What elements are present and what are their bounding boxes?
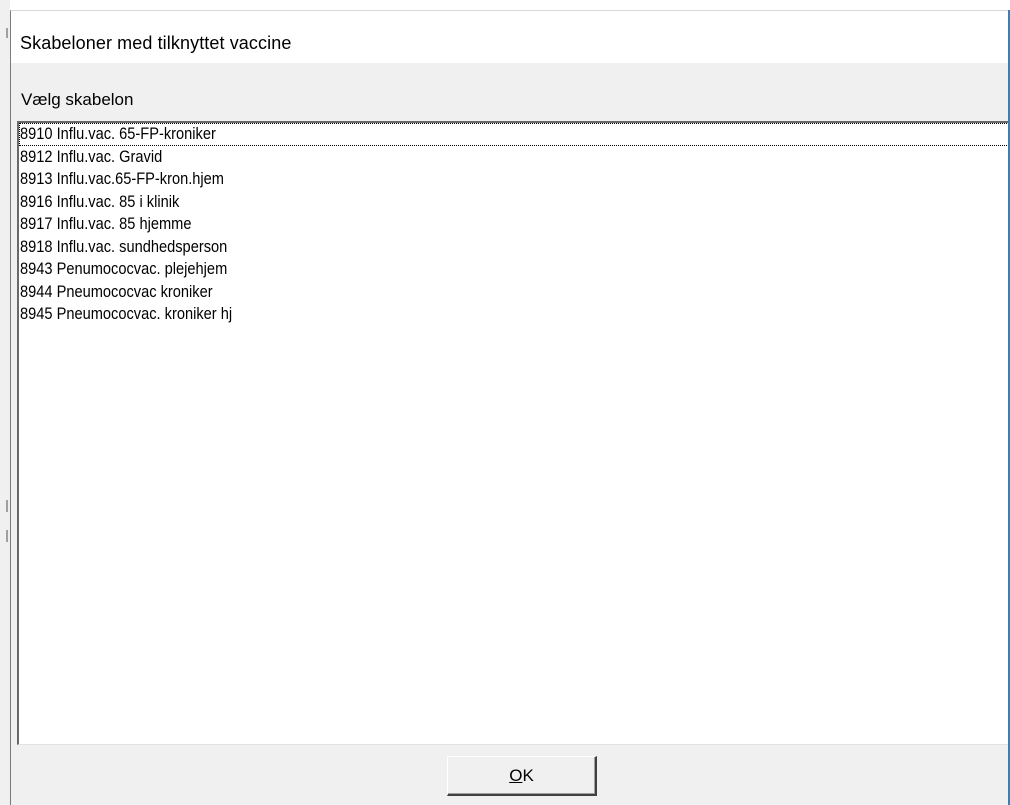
select-template-label: Vælg skabelon [21, 90, 134, 109]
template-list-item-label: 8918 Influ.vac. sundhedsperson [20, 236, 228, 256]
template-listbox[interactable]: 8910 Influ.vac. 65-FP-kroniker 8912 Influ… [17, 121, 1010, 745]
template-list-item-label: 8943 Penumococvac. plejehjem [20, 259, 228, 278]
template-list-item-label: 8913 Influ.vac.65-FP-kron.hjem [20, 169, 224, 188]
template-list-item[interactable]: 8917 Influ.vac. 85 hjemme [19, 213, 1010, 236]
template-list-item-label: 8917 Influ.vac. 85 hjemme [20, 214, 192, 233]
template-list-item-label: 8912 Influ.vac. Gravid [20, 146, 163, 166]
template-list-item[interactable]: 8918 Influ.vac. sundhedsperson [19, 236, 1010, 259]
template-list-item[interactable]: 8945 Pneumococvac. kroniker hj [19, 303, 1010, 326]
template-list-item[interactable]: 8943 Penumococvac. plejehjem [19, 258, 1010, 281]
screen: Skabeloner med tilknyttet vaccine Vælg s… [0, 0, 1010, 805]
ok-mnemonic: O [509, 765, 523, 785]
background-edge-mark [6, 28, 8, 38]
template-dialog: Skabeloner med tilknyttet vaccine Vælg s… [10, 10, 1010, 805]
template-list-item-label: 8945 Pneumococvac. kroniker hj [20, 304, 233, 323]
background-edge-mark [6, 530, 8, 542]
dialog-titlebar[interactable]: Skabeloner med tilknyttet vaccine [11, 11, 1009, 63]
background-edge-mark [6, 500, 8, 512]
ok-button[interactable]: OK [447, 756, 597, 796]
dialog-title: Skabeloner med tilknyttet vaccine [20, 33, 292, 53]
template-list-item-label: 8910 Influ.vac. 65-FP-kroniker [20, 124, 216, 143]
background-window-edge [0, 0, 10, 805]
template-list-item-label: 8916 Influ.vac. 85 i klinik [20, 191, 180, 211]
ok-label-rest: K [522, 765, 534, 785]
template-list-item[interactable]: 8916 Influ.vac. 85 i klinik [19, 191, 1010, 214]
template-list-item[interactable]: 8913 Influ.vac.65-FP-kron.hjem [19, 168, 1010, 191]
template-list-item[interactable]: 8944 Pneumococvac kroniker [19, 281, 1010, 304]
template-list-item-label: 8944 Pneumococvac kroniker [20, 281, 213, 301]
template-list-item[interactable]: 8910 Influ.vac. 65-FP-kroniker [19, 123, 1010, 146]
template-list-item[interactable]: 8912 Influ.vac. Gravid [19, 146, 1010, 169]
